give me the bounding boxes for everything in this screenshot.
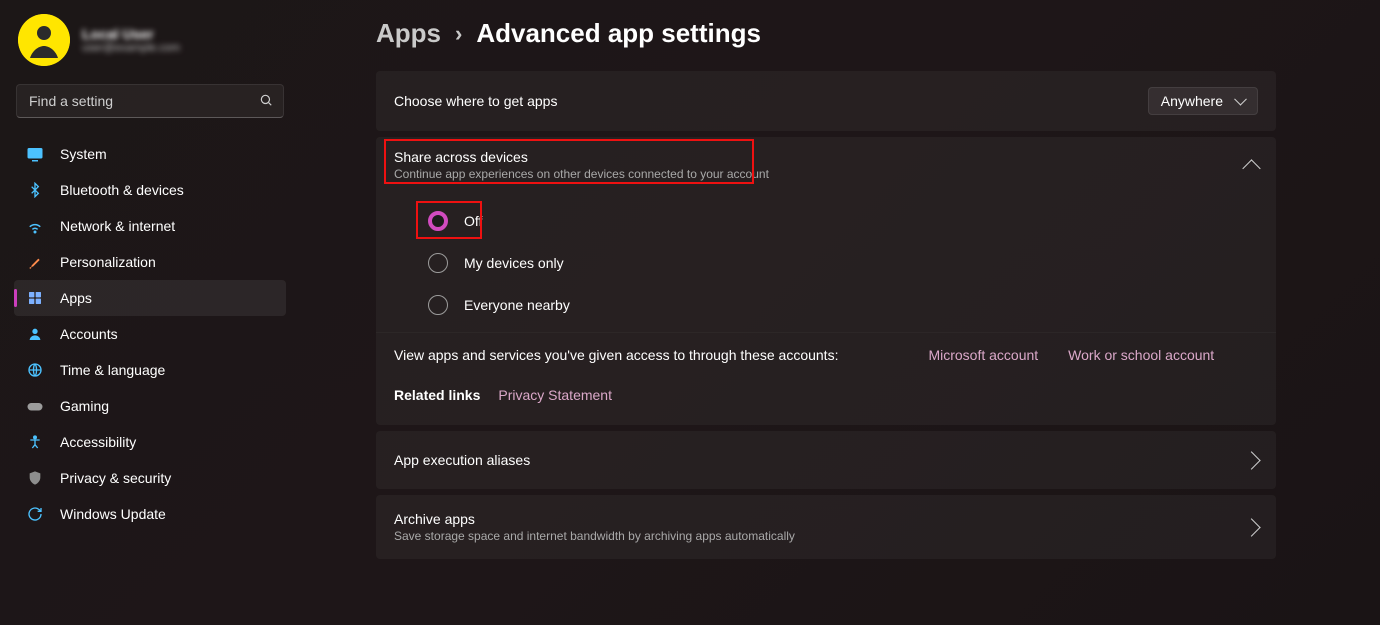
avatar (18, 14, 70, 66)
sidebar-item-label: Network & internet (60, 218, 274, 234)
related-links-lead: Related links (394, 387, 480, 403)
share-header-row[interactable]: Share across devices Continue app experi… (376, 137, 1276, 193)
sidebar-item-privacy[interactable]: Privacy & security (14, 460, 286, 496)
share-option-my-devices[interactable]: My devices only (428, 253, 1258, 273)
archive-apps-title: Archive apps (394, 511, 795, 527)
share-options: Off My devices only Everyone nearby (376, 193, 1276, 331)
breadcrumb: Apps › Advanced app settings (376, 18, 1276, 49)
accessibility-icon (26, 433, 44, 451)
sidebar-item-accounts[interactable]: Accounts (14, 316, 286, 352)
where-to-get-apps-title: Choose where to get apps (394, 93, 557, 109)
sidebar-item-update[interactable]: Windows Update (14, 496, 286, 532)
nav-list: System Bluetooth & devices Network & int… (14, 136, 286, 532)
sidebar-item-label: Accounts (60, 326, 274, 342)
sidebar-item-label: Apps (60, 290, 274, 306)
sidebar-item-label: Privacy & security (60, 470, 274, 486)
sidebar-item-label: Accessibility (60, 434, 274, 450)
privacy-statement-link[interactable]: Privacy Statement (498, 387, 612, 403)
archive-apps-card[interactable]: Archive apps Save storage space and inte… (376, 495, 1276, 559)
search-box[interactable] (16, 84, 284, 118)
share-option-off[interactable]: Off (428, 211, 1258, 231)
account-access-lead: View apps and services you've given acce… (394, 347, 838, 363)
apps-icon (26, 289, 44, 307)
breadcrumb-separator-icon: › (455, 21, 462, 47)
sidebar-item-label: Bluetooth & devices (60, 182, 274, 198)
archive-apps-subtitle: Save storage space and internet bandwidt… (394, 529, 795, 543)
radio-icon (428, 211, 448, 231)
work-school-account-link[interactable]: Work or school account (1068, 347, 1214, 363)
sidebar-item-label: Windows Update (60, 506, 274, 522)
radio-label: Off (464, 213, 482, 229)
where-to-get-apps-dropdown[interactable]: Anywhere (1148, 87, 1258, 115)
sidebar-item-personalization[interactable]: Personalization (14, 244, 286, 280)
profile-email: user@example.com (82, 42, 180, 54)
radio-label: Everyone nearby (464, 297, 570, 313)
radio-icon (428, 253, 448, 273)
share-option-everyone[interactable]: Everyone nearby (428, 295, 1258, 315)
sidebar-item-apps[interactable]: Apps (14, 280, 286, 316)
profile-block[interactable]: Local User user@example.com (14, 10, 286, 80)
share-subtitle: Continue app experiences on other device… (394, 167, 769, 181)
microsoft-account-link[interactable]: Microsoft account (928, 347, 1038, 363)
app-execution-aliases-card[interactable]: App execution aliases (376, 431, 1276, 489)
shield-icon (26, 469, 44, 487)
app-execution-aliases-title: App execution aliases (394, 452, 530, 468)
sidebar-item-accessibility[interactable]: Accessibility (14, 424, 286, 460)
where-to-get-apps-card: Choose where to get apps Anywhere (376, 71, 1276, 131)
gamepad-icon (26, 397, 44, 415)
person-icon (26, 325, 44, 343)
sidebar-item-label: Personalization (60, 254, 274, 270)
page-title: Advanced app settings (476, 18, 761, 49)
wifi-icon (26, 217, 44, 235)
sidebar: Local User user@example.com System (0, 0, 300, 625)
dropdown-value: Anywhere (1161, 93, 1223, 109)
search-icon (259, 93, 273, 110)
main-content: Apps › Advanced app settings Choose wher… (300, 0, 1380, 625)
chevron-right-icon (1242, 451, 1260, 469)
sidebar-item-time[interactable]: Time & language (14, 352, 286, 388)
brush-icon (26, 253, 44, 271)
sidebar-item-label: Gaming (60, 398, 274, 414)
sidebar-item-system[interactable]: System (14, 136, 286, 172)
related-links-row: Related links Privacy Statement (376, 377, 1276, 425)
sidebar-item-network[interactable]: Network & internet (14, 208, 286, 244)
share-across-devices-card: Share across devices Continue app experi… (376, 137, 1276, 425)
bluetooth-icon (26, 181, 44, 199)
radio-icon (428, 295, 448, 315)
update-icon (26, 505, 44, 523)
breadcrumb-root[interactable]: Apps (376, 18, 441, 49)
search-input[interactable] (27, 92, 259, 110)
profile-name: Local User (82, 26, 180, 42)
system-icon (26, 145, 44, 163)
sidebar-item-bluetooth[interactable]: Bluetooth & devices (14, 172, 286, 208)
sidebar-item-label: System (60, 146, 274, 162)
sidebar-item-label: Time & language (60, 362, 274, 378)
chevron-right-icon (1242, 518, 1260, 536)
chevron-up-icon (1242, 159, 1260, 177)
radio-label: My devices only (464, 255, 564, 271)
account-access-row: View apps and services you've given acce… (376, 332, 1276, 377)
sidebar-item-gaming[interactable]: Gaming (14, 388, 286, 424)
globe-icon (26, 361, 44, 379)
share-title: Share across devices (394, 149, 769, 165)
